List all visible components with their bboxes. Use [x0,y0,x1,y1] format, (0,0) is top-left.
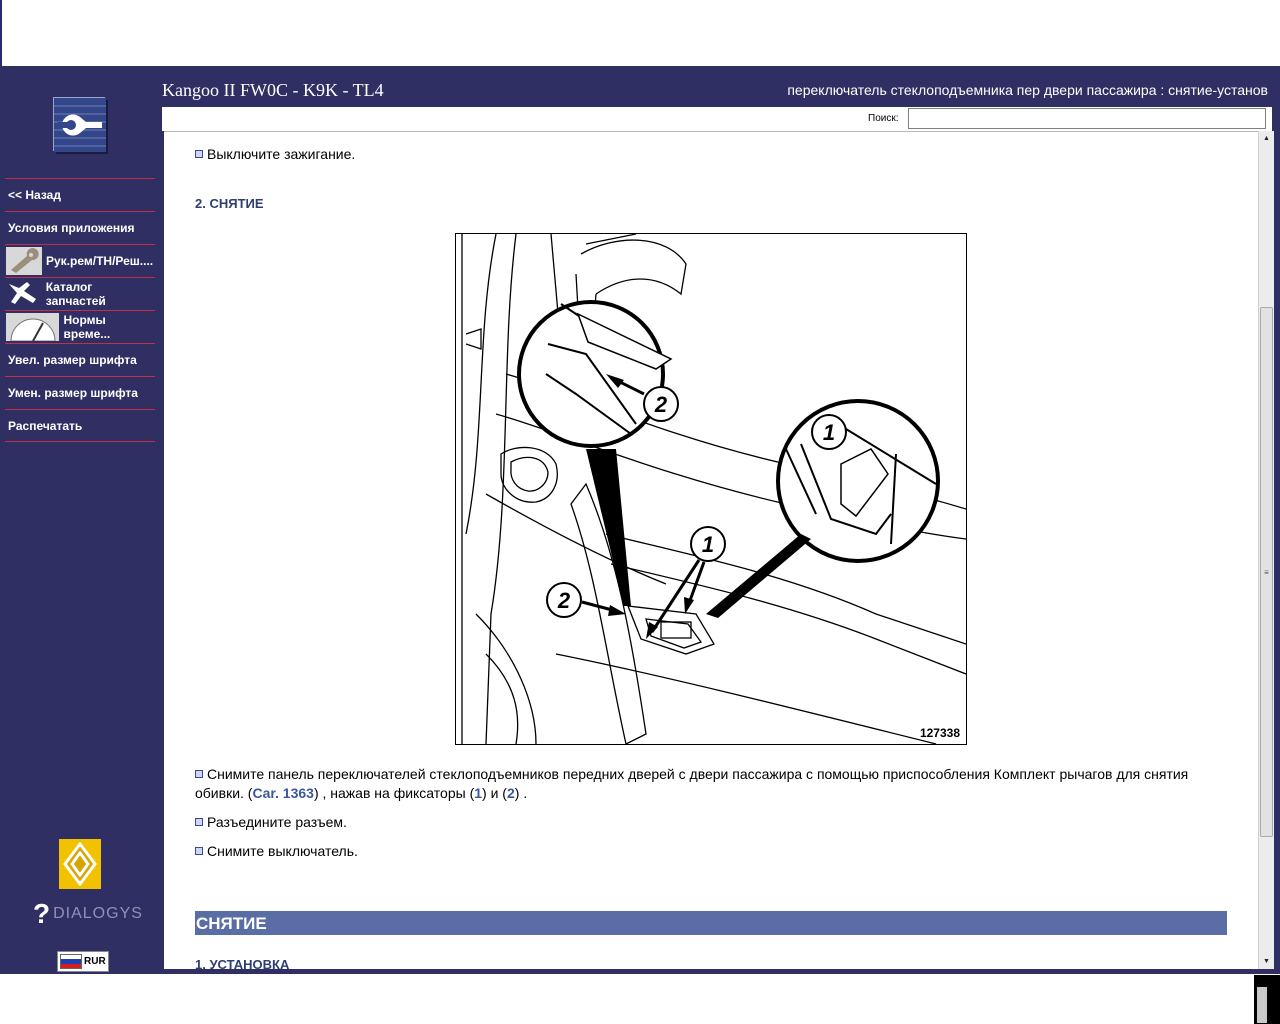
step-text: Выключите зажигание. [207,146,356,162]
step-text: Снимите выключатель. [207,843,358,859]
door-switch-illustration: 2 1 1 2 [461,233,967,745]
section-bar-heading: СНЯТИЕ [195,911,1227,935]
sidebar-item-label: Умен. размер шрифта [8,386,138,400]
sidebar-item-label: Каталог запчастей [45,280,106,308]
callout-label: 2 [557,588,571,613]
step-text: ) , нажав на фиксаторы ( [313,785,475,801]
figure-number: 127338 [919,726,960,740]
search-bar: Поиск: [162,107,1272,131]
sidebar-menu: << Назад Условия приложения Рук.рем/ТН/Р… [5,178,155,442]
sidebar-item-label: Увел. размер шрифта [8,353,137,367]
sidebar-item-label: Рук.рем/ТН/Реш.... [46,254,154,268]
page-title: Kangoo II FW0C - K9K - TL4 [162,80,384,100]
page-subtitle: переключатель стеклоподъемника пер двери… [787,82,1268,98]
list-item: Снимите панель переключателей стеклоподъ… [195,765,1235,803]
step-text: Снимите панель переключателей стеклоподъ… [207,766,1189,782]
sidebar-item-label: Нормы време... [63,313,111,341]
renault-logo-icon [59,839,101,889]
wrench-icon [6,247,42,275]
russia-flag-icon [60,954,82,969]
list-item: Разъедините разъем. [195,813,347,832]
dialogys-logo: ? DIALOGYS [33,898,143,930]
bullet-icon [195,770,203,778]
help-icon: ? [33,898,52,929]
document-content: Выключите зажигание. 2. СНЯТИЕ 2 1 1 2 1… [164,131,1258,969]
callout-label: 2 [654,392,668,417]
sidebar-item-font-decrease[interactable]: Умен. размер шрифта [5,376,155,409]
scroll-down-icon[interactable]: ▼ [1259,954,1274,969]
search-input[interactable] [908,108,1266,129]
reference-link[interactable]: 1 [474,785,482,801]
bullet-icon [195,847,203,855]
sidebar-item-label: Условия приложения [8,221,135,235]
bottom-area [0,974,1280,1024]
sidebar-item-terms[interactable]: Условия приложения [5,211,155,244]
sidebar-item-font-increase[interactable]: Увел. размер шрифта [5,343,155,376]
sidebar-item-print[interactable]: Распечатать [5,409,155,442]
step-text: ) . [514,785,528,801]
sidebar-item-label: << Назад [8,188,61,202]
wrench-logo-icon [53,97,106,152]
step-text: ) и ( [482,785,507,801]
sidebar-item-parts-catalog[interactable]: Каталог запчастей [5,277,155,310]
resize-handle-icon[interactable] [1254,975,1280,1024]
reference-link[interactable]: 2 [507,785,515,801]
language-code: RUR [84,956,106,967]
section-heading-install: 1. УСТАНОВКА [195,957,290,969]
sidebar: << Назад Условия приложения Рук.рем/ТН/Р… [0,66,160,974]
section-heading-removal: 2. СНЯТИЕ [195,196,264,211]
bullet-icon [195,818,203,826]
callout-label: 1 [823,420,835,445]
scroll-thumb[interactable]: ≡ [1260,307,1273,837]
sidebar-item-back[interactable]: << Назад [5,178,155,211]
browser-top-area [0,0,1280,66]
language-selector[interactable]: RUR [57,951,109,972]
brand-name: DIALOGYS [53,905,143,922]
sidebar-item-label: Распечатать [8,418,83,433]
sidebar-item-time-norms[interactable]: Нормы време... [5,310,155,343]
bullet-icon [195,150,203,158]
step-text: обивки. ( [195,785,253,801]
scroll-up-icon[interactable]: ▲ [1259,131,1274,146]
sidebar-item-repair-manual[interactable]: Рук.рем/ТН/Реш.... [5,244,155,277]
list-item: Выключите зажигание. [195,145,355,164]
door-switch-figure[interactable]: 2 1 1 2 127338 [455,233,967,745]
callout-label: 1 [702,532,714,557]
search-label: Поиск: [868,113,899,124]
list-item: Снимите выключатель. [195,842,358,861]
parts-icon [6,280,42,308]
gauge-icon [6,313,60,341]
app-frame: << Назад Условия приложения Рук.рем/ТН/Р… [0,66,1280,974]
step-text: Разъедините разъем. [207,814,347,830]
vertical-scrollbar[interactable]: ▲ ≡ ▼ [1258,131,1274,969]
tool-link[interactable]: Car. 1363 [252,785,314,801]
